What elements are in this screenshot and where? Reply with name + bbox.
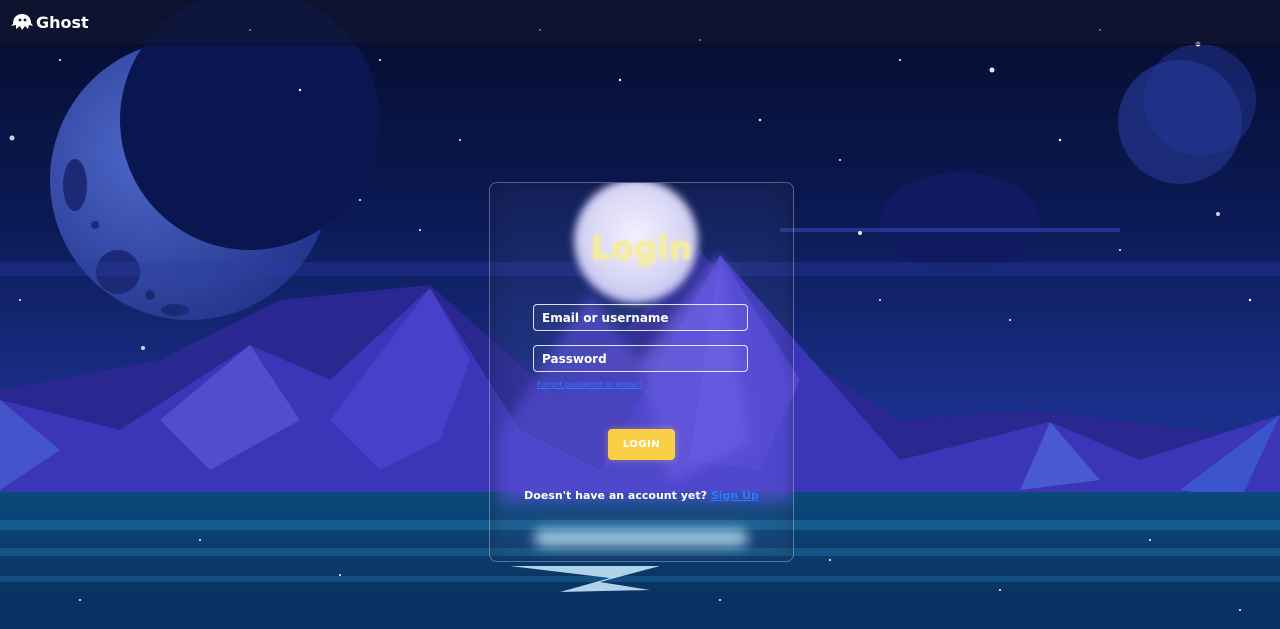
password-field[interactable] bbox=[533, 345, 748, 372]
brand-logo[interactable]: Ghost bbox=[10, 12, 89, 32]
login-button[interactable]: LOGIN bbox=[608, 429, 675, 460]
login-page: Ghost Login Forgot password or email? LO… bbox=[0, 0, 1280, 629]
signup-prompt: Doesn't have an account yet? Sign Up bbox=[490, 489, 793, 502]
ghost-icon bbox=[11, 14, 33, 30]
email-field[interactable] bbox=[533, 304, 748, 331]
signup-prompt-text: Doesn't have an account yet? bbox=[524, 489, 707, 502]
password-input[interactable] bbox=[534, 346, 747, 371]
brand-name: Ghost bbox=[36, 12, 89, 32]
login-card: Login Forgot password or email? LOGIN Do… bbox=[489, 182, 794, 562]
login-title: Login bbox=[590, 229, 693, 267]
top-navigation-bar: Ghost bbox=[0, 0, 1280, 45]
email-input[interactable] bbox=[534, 305, 747, 330]
signup-link[interactable]: Sign Up bbox=[711, 489, 759, 502]
card-water-glow bbox=[534, 529, 748, 547]
forgot-password-link[interactable]: Forgot password or email? bbox=[537, 380, 643, 389]
